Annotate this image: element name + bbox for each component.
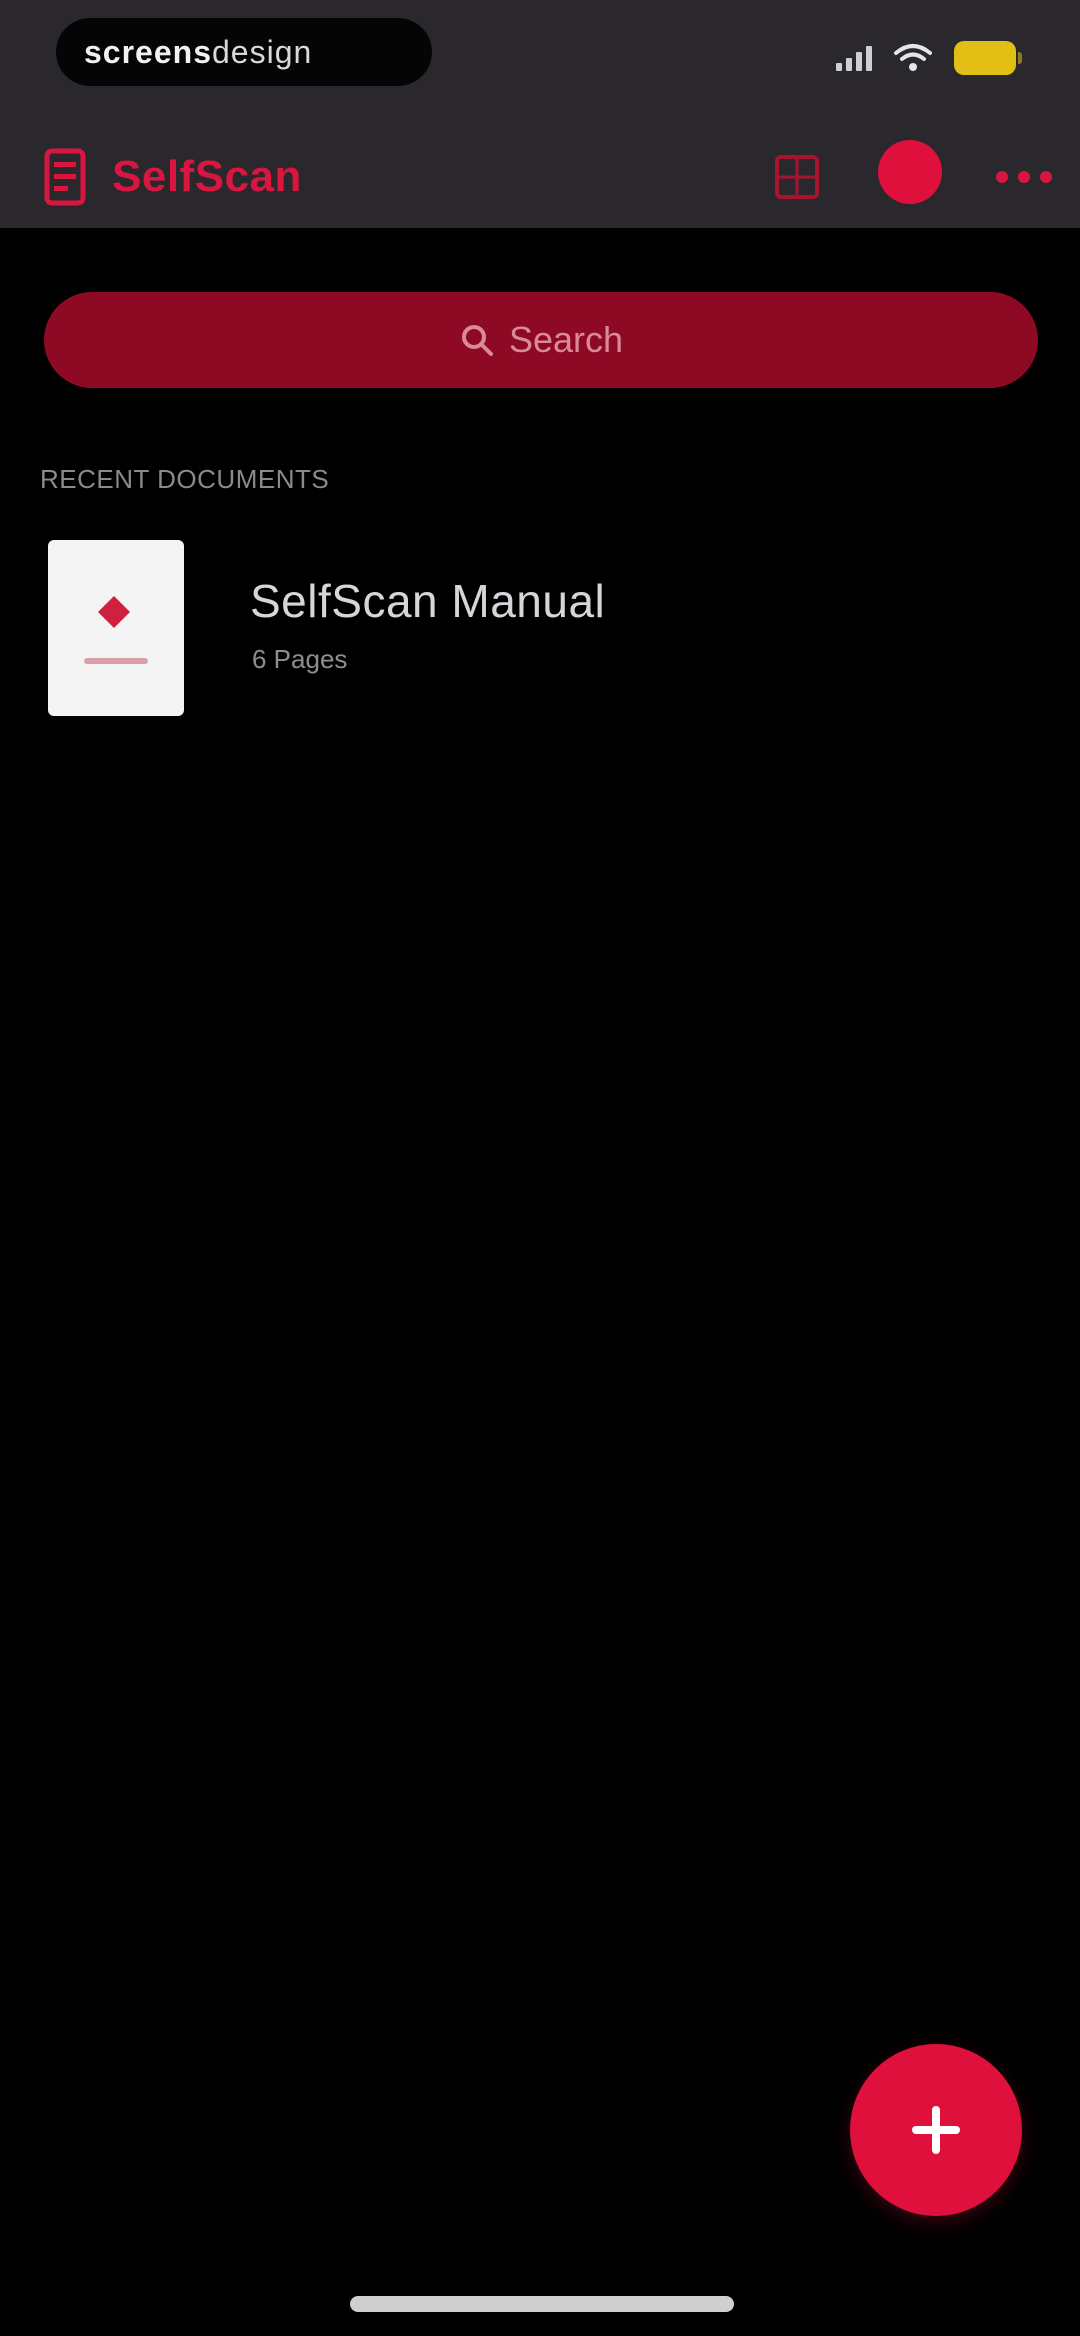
recording-label-bold: screens (84, 33, 212, 70)
document-title: SelfScan Manual (250, 575, 606, 627)
document-thumbnail (48, 540, 184, 716)
top-bar: screens design SelfScan (0, 0, 1080, 228)
home-indicator[interactable] (350, 2296, 734, 2312)
document-page-count: 6 Pages (252, 644, 348, 674)
search-input[interactable]: Search (44, 292, 1038, 388)
add-document-button[interactable] (850, 2044, 1022, 2216)
plus-icon (912, 2106, 960, 2154)
search-placeholder: Search (508, 319, 624, 360)
document-thumbnail-text-line (84, 658, 148, 664)
more-options-dot (1040, 171, 1052, 183)
section-label-recent-documents: RECENT DOCUMENTS (40, 464, 330, 494)
app-title: SelfScan (112, 152, 302, 201)
more-options-dot (996, 171, 1008, 183)
document-scan-icon (44, 148, 86, 206)
more-options-button[interactable] (996, 162, 1052, 192)
grid-view-button[interactable] (770, 150, 824, 204)
profile-avatar-button[interactable] (878, 140, 942, 204)
grid-view-icon (775, 155, 819, 199)
more-options-dot (1018, 171, 1030, 183)
document-logo-icon (98, 596, 130, 628)
screen-recording-pill[interactable]: screens design (56, 18, 432, 86)
wifi-icon (894, 44, 932, 71)
battery-icon (954, 41, 1022, 75)
app-screen: screens design SelfScan Search RECENT DO… (0, 0, 1080, 2336)
search-icon (461, 325, 493, 356)
recording-label-thin: design (211, 33, 313, 70)
app-bar: SelfScan (0, 128, 1080, 228)
document-list-item[interactable]: SelfScan Manual 6 Pages (40, 534, 1040, 724)
cellular-signal-icon (836, 45, 872, 71)
status-icons (836, 36, 1022, 80)
